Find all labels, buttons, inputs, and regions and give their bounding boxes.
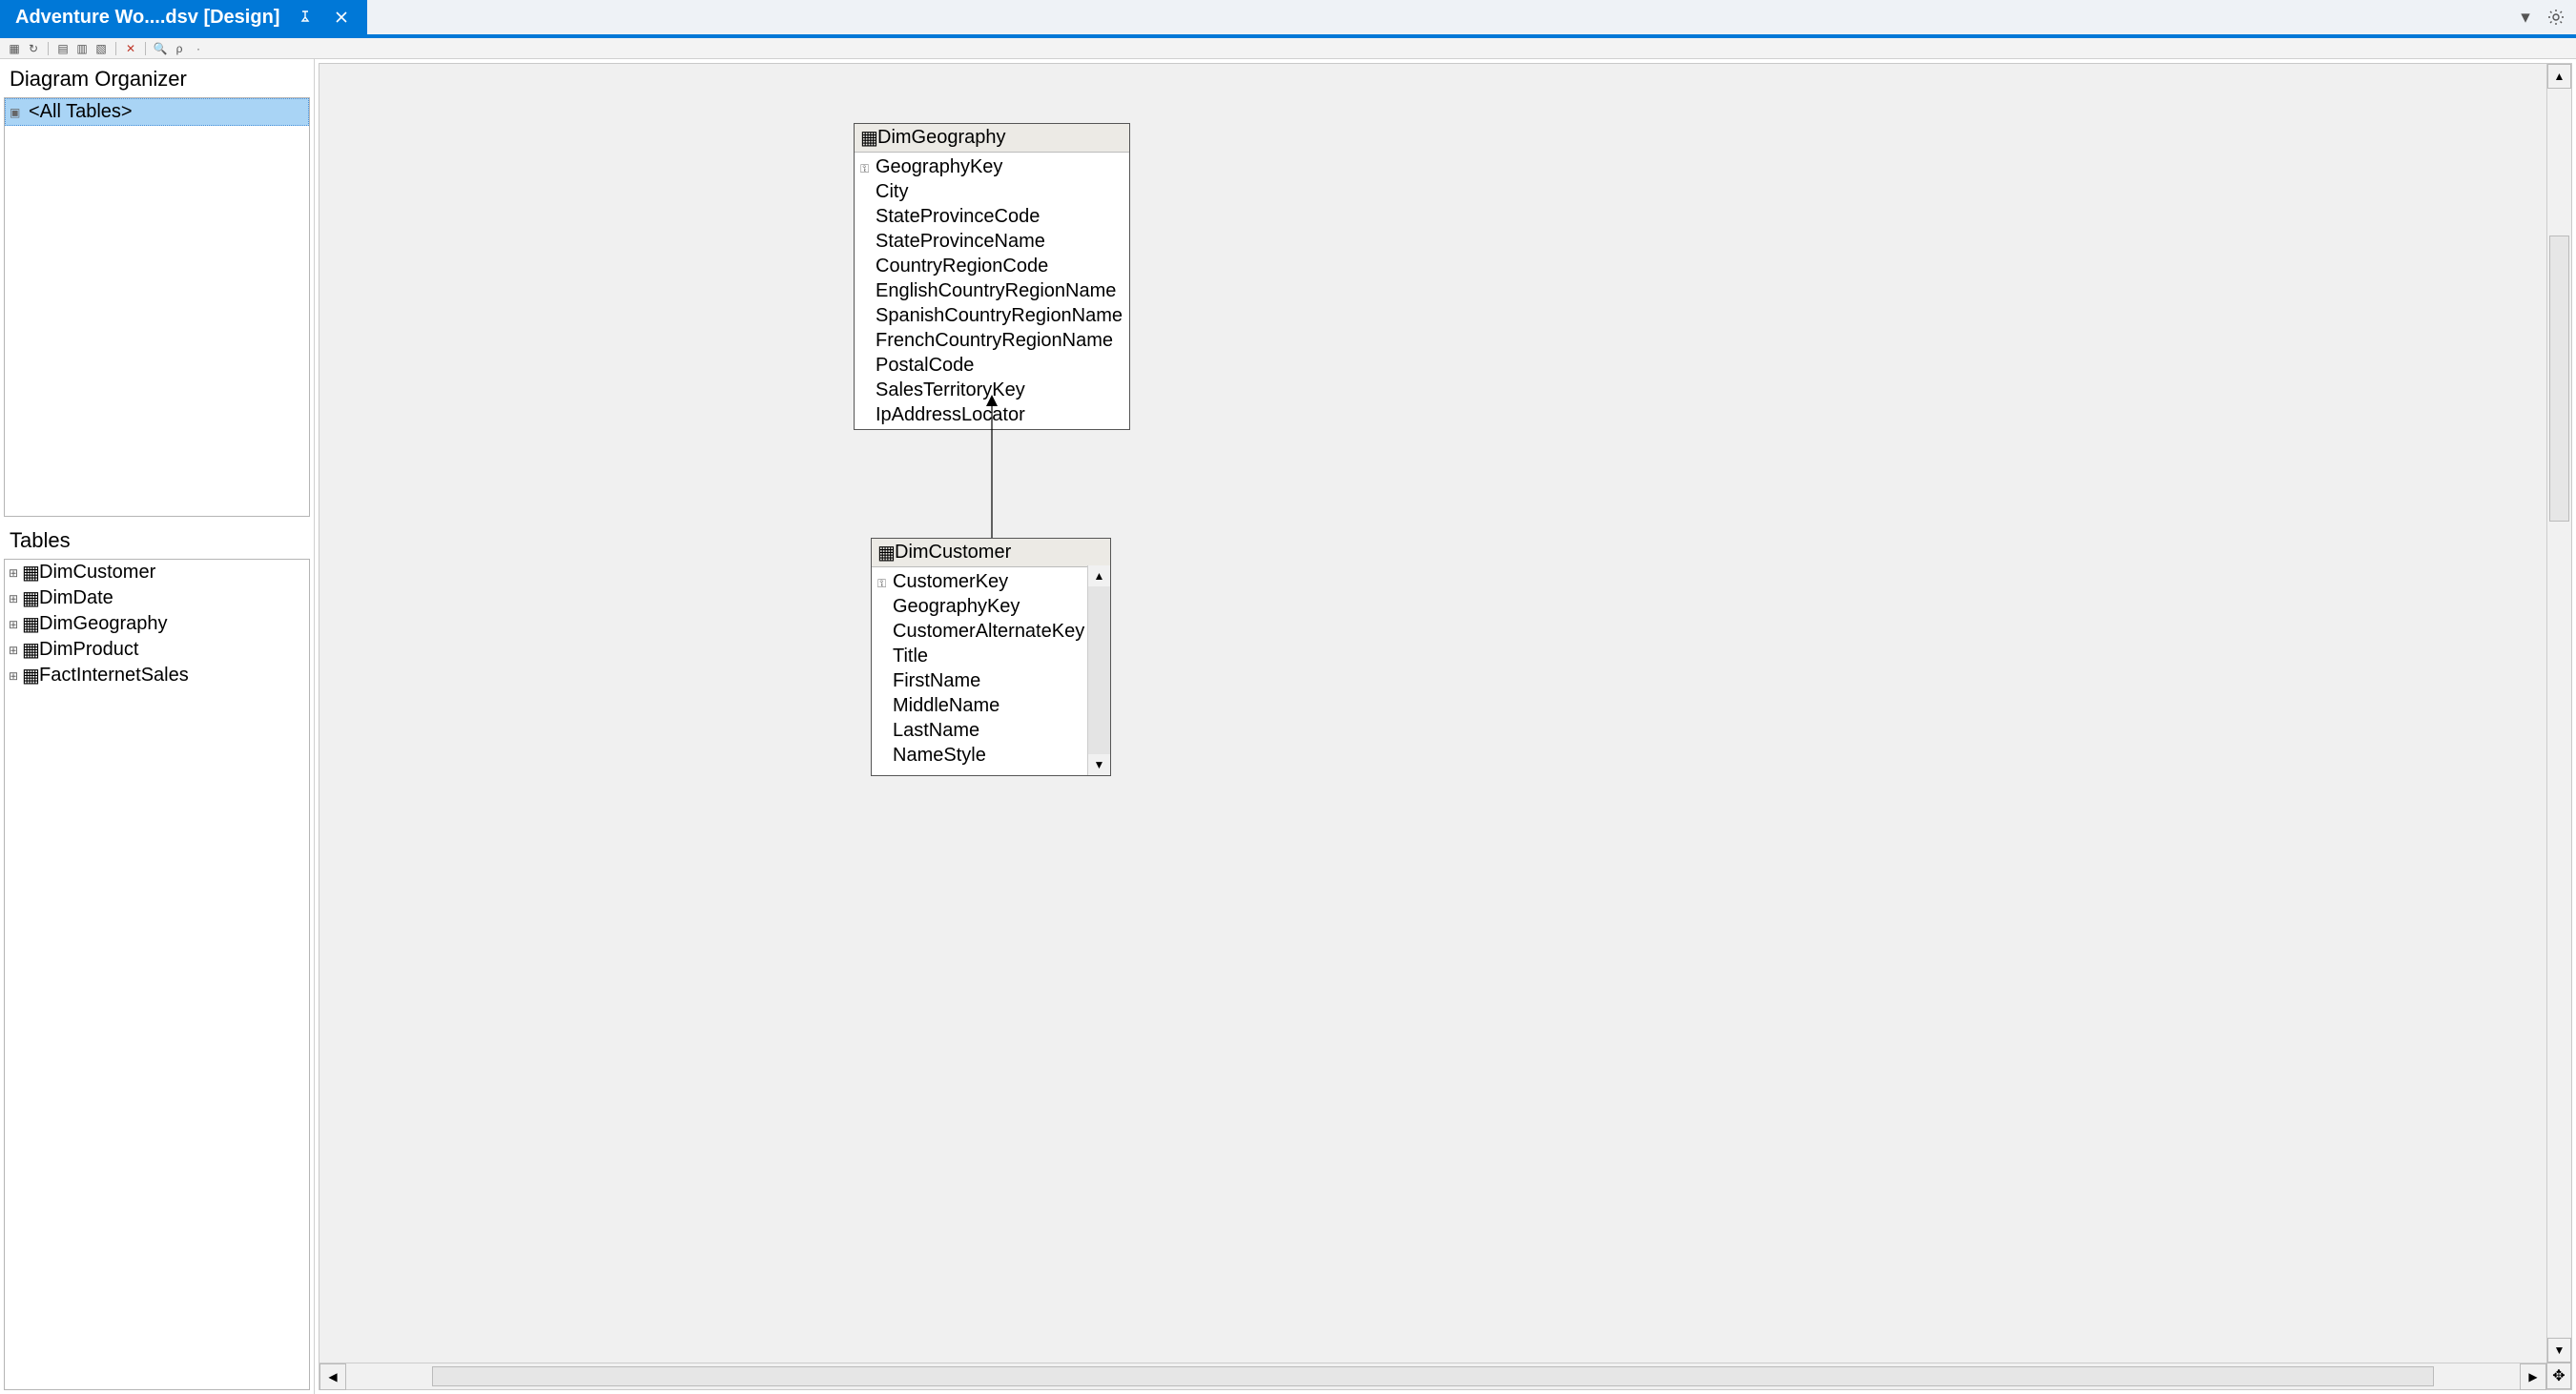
scroll-down-icon[interactable]: ▼ xyxy=(2547,1338,2571,1363)
column-geographykey[interactable]: GeographyKey xyxy=(855,154,1129,179)
diagram-canvas-wrapper: ▦DimGeographyGeographyKeyCityStateProvin… xyxy=(319,63,2572,1390)
active-document-tab[interactable]: Adventure Wo....dsv [Design] xyxy=(0,0,367,34)
diagram-organizer-title: Diagram Organizer xyxy=(0,59,314,95)
table-icon: ▦ xyxy=(22,612,35,636)
relationship-line[interactable] xyxy=(973,393,1011,545)
diagram-icon: ▣ xyxy=(10,106,25,119)
table-item-label: DimGeography xyxy=(39,613,168,635)
column-lastname[interactable]: LastName xyxy=(872,718,1087,743)
table-icon: ▦ xyxy=(860,126,874,150)
tables-panel-title: Tables xyxy=(0,521,314,557)
table-icon: ▦ xyxy=(22,586,35,610)
scroll-left-icon[interactable]: ◀ xyxy=(319,1363,346,1390)
gear-icon[interactable] xyxy=(2545,7,2566,28)
diagram-table-dimgeography[interactable]: ▦DimGeographyGeographyKeyCityStateProvin… xyxy=(854,123,1130,430)
column-stateprovincecode[interactable]: StateProvinceCode xyxy=(855,204,1129,229)
horizontal-scroll-track[interactable] xyxy=(346,1363,2520,1389)
designer-body: Diagram Organizer ▣ <All Tables> Tables … xyxy=(0,59,2576,1394)
column-geographykey[interactable]: GeographyKey xyxy=(872,594,1087,619)
table-item-dimcustomer[interactable]: ⊞ ▦ DimCustomer xyxy=(5,560,309,585)
table-icon: ▦ xyxy=(22,664,35,687)
column-firstname[interactable]: FirstName xyxy=(872,668,1087,693)
pan-navigator-icon[interactable]: ✥ xyxy=(2546,1363,2571,1389)
designer-toolbar: ▦ ↻ ▤ ▥ ▧ ✕ 🔍 ρ · xyxy=(0,38,2576,59)
column-frenchcountryregionname[interactable]: FrenchCountryRegionName xyxy=(855,328,1129,353)
column-stateprovincename[interactable]: StateProvinceName xyxy=(855,229,1129,254)
horizontal-scroll-thumb[interactable] xyxy=(432,1366,2434,1386)
window-root: Adventure Wo....dsv [Design] ▾ ▦ ↻ ▤ ▥ ▧… xyxy=(0,0,2576,1394)
toolbar-btn-5[interactable]: ▧ xyxy=(94,42,108,55)
vertical-scroll-thumb[interactable] xyxy=(2549,236,2569,522)
scroll-up-icon[interactable]: ▲ xyxy=(1088,565,1110,586)
diagram-table-columns: GeographyKeyCityStateProvinceCodeStatePr… xyxy=(855,153,1129,429)
toolbar-btn-3[interactable]: ▤ xyxy=(56,42,70,55)
pin-icon[interactable] xyxy=(295,7,316,28)
toolbar-btn-delete[interactable]: ✕ xyxy=(124,42,137,55)
column-spanishcountryregionname[interactable]: SpanishCountryRegionName xyxy=(855,303,1129,328)
toolbar-separator xyxy=(48,42,49,55)
toolbar-separator xyxy=(145,42,146,55)
table-item-label: DimCustomer xyxy=(39,562,155,584)
diagram-table-header[interactable]: ▦DimGeography xyxy=(855,124,1129,153)
toolbar-btn-find[interactable]: ρ xyxy=(173,42,186,55)
column-title[interactable]: Title xyxy=(872,644,1087,668)
toolbar-separator xyxy=(115,42,116,55)
horizontal-scrollbar[interactable]: ◀ ▶ xyxy=(319,1363,2546,1389)
column-customeralternatekey[interactable]: CustomerAlternateKey xyxy=(872,619,1087,644)
close-icon[interactable] xyxy=(331,7,352,28)
diagram-item-label: <All Tables> xyxy=(29,101,133,123)
column-namestyle[interactable]: NameStyle xyxy=(872,743,1087,768)
scroll-right-icon[interactable]: ▶ xyxy=(2520,1363,2546,1390)
column-customerkey[interactable]: CustomerKey xyxy=(872,569,1087,594)
table-item-dimproduct[interactable]: ⊞ ▦ DimProduct xyxy=(5,637,309,663)
diagram-item-all-tables[interactable]: ▣ <All Tables> xyxy=(5,98,309,126)
tab-title: Adventure Wo....dsv [Design] xyxy=(15,7,279,29)
column-postalcode[interactable]: PostalCode xyxy=(855,353,1129,378)
tab-strip-right-controls: ▾ xyxy=(2515,0,2576,34)
toolbar-btn-1[interactable]: ▦ xyxy=(8,42,21,55)
table-icon: ▦ xyxy=(22,638,35,662)
table-item-dimdate[interactable]: ⊞ ▦ DimDate xyxy=(5,585,309,611)
expand-icon[interactable]: ⊞ xyxy=(9,566,22,580)
tables-list[interactable]: ⊞ ▦ DimCustomer ⊞ ▦ DimDate ⊞ ▦ DimGeogr… xyxy=(4,559,310,1390)
dropdown-icon[interactable]: ▾ xyxy=(2515,7,2536,28)
diagram-organizer-tree[interactable]: ▣ <All Tables> xyxy=(4,97,310,517)
column-middlename[interactable]: MiddleName xyxy=(872,693,1087,718)
document-tab-strip: Adventure Wo....dsv [Design] ▾ xyxy=(0,0,2576,38)
scroll-up-icon[interactable]: ▲ xyxy=(2547,64,2571,89)
left-side-panel: Diagram Organizer ▣ <All Tables> Tables … xyxy=(0,59,315,1394)
expand-icon[interactable]: ⊞ xyxy=(9,669,22,683)
toolbar-btn-more[interactable]: · xyxy=(192,42,205,55)
vertical-scrollbar[interactable]: ▲ ▼ xyxy=(2546,64,2571,1363)
column-englishcountryregionname[interactable]: EnglishCountryRegionName xyxy=(855,278,1129,303)
table-item-label: DimDate xyxy=(39,587,113,609)
table-item-label: FactInternetSales xyxy=(39,665,189,687)
table-item-factinternetsales[interactable]: ⊞ ▦ FactInternetSales xyxy=(5,663,309,688)
expand-icon[interactable]: ⊞ xyxy=(9,592,22,605)
table-internal-scrollbar[interactable]: ▲▼ xyxy=(1087,565,1110,775)
diagram-table-title: DimGeography xyxy=(877,127,1006,149)
expand-icon[interactable]: ⊞ xyxy=(9,618,22,631)
column-countryregioncode[interactable]: CountryRegionCode xyxy=(855,254,1129,278)
toolbar-btn-refresh[interactable]: ↻ xyxy=(27,42,40,55)
column-city[interactable]: City xyxy=(855,179,1129,204)
toolbar-btn-zoom[interactable]: 🔍 xyxy=(154,42,167,55)
toolbar-btn-4[interactable]: ▥ xyxy=(75,42,89,55)
table-icon: ▦ xyxy=(877,541,891,564)
scroll-down-icon[interactable]: ▼ xyxy=(1088,754,1110,775)
diagram-table-dimcustomer[interactable]: ▦DimCustomerCustomerKeyGeographyKeyCusto… xyxy=(871,538,1111,776)
diagram-canvas[interactable]: ▦DimGeographyGeographyKeyCityStateProvin… xyxy=(319,64,2571,1389)
table-icon: ▦ xyxy=(22,561,35,584)
scroll-track[interactable] xyxy=(1088,586,1110,754)
table-item-label: DimProduct xyxy=(39,639,138,661)
diagram-table-columns: CustomerKeyGeographyKeyCustomerAlternate… xyxy=(872,567,1110,769)
expand-icon[interactable]: ⊞ xyxy=(9,644,22,657)
table-item-dimgeography[interactable]: ⊞ ▦ DimGeography xyxy=(5,611,309,637)
